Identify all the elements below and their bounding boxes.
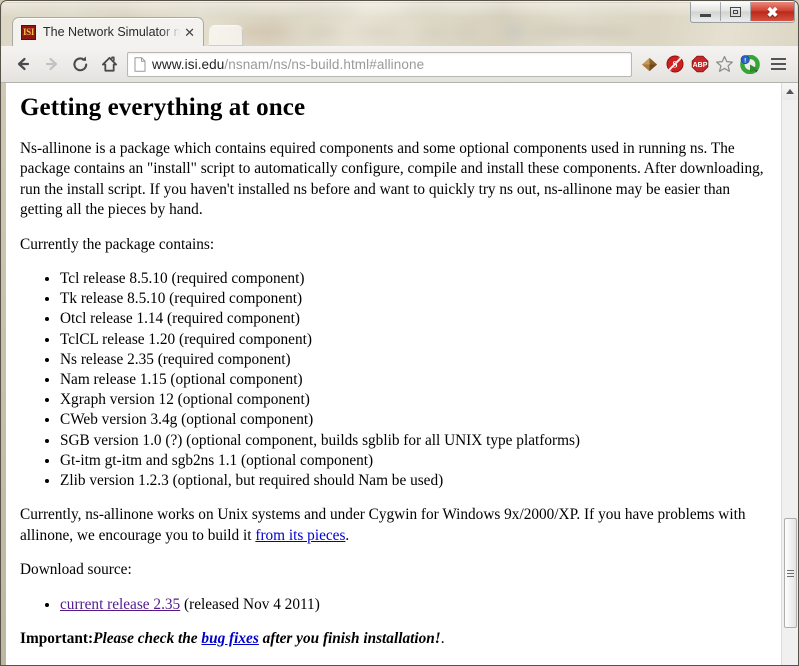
current-release-link[interactable]: current release 2.35 — [60, 596, 180, 613]
important-period: . — [440, 629, 445, 647]
address-bar[interactable]: www.isi.edu/nsnam/ns/ns-build.html#allin… — [127, 51, 632, 77]
important-text-before: Please check the — [93, 629, 202, 647]
intro-paragraph: Ns-allinone is a package which contains … — [20, 139, 764, 219]
page-document-icon — [134, 56, 146, 72]
download-lead: Download source: — [20, 561, 132, 579]
noscript-icon: S — [665, 55, 684, 73]
platform-note: Currently, ns-allinone works on Unix sys… — [20, 505, 769, 546]
svg-text:ABP: ABP — [692, 62, 707, 69]
menu-line-2 — [770, 63, 786, 65]
tab-title: The Network Simulator ns — [43, 25, 181, 39]
release-date-text: (released Nov 4 2011) — [180, 595, 320, 613]
forward-button[interactable] — [37, 50, 66, 79]
menu-line-1 — [770, 58, 786, 60]
reload-button[interactable] — [66, 50, 95, 79]
list-item: Gt-itm gt-itm and sgb2ns 1.1 (optional c… — [60, 451, 769, 471]
forward-icon — [45, 57, 57, 71]
thumb-grip-1 — [787, 569, 794, 571]
new-tab-button[interactable] — [208, 25, 244, 47]
page-viewport: Getting everything at once Ns-allinone i… — [1, 83, 798, 665]
thumb-grip-3 — [787, 575, 794, 577]
url-text: www.isi.edu/nsnam/ns/ns-build.html#allin… — [152, 57, 424, 72]
svg-text:!: ! — [744, 57, 746, 64]
browser-toolbar: www.isi.edu/nsnam/ns/ns-build.html#allin… — [1, 46, 798, 83]
green-circle-extension-button[interactable]: ! — [737, 51, 762, 77]
list-item: SGB version 1.0 (?) (optional component,… — [60, 431, 769, 451]
noscript-button[interactable]: S — [662, 51, 687, 77]
list-item: Xgraph version 12 (optional component) — [60, 390, 769, 410]
from-its-pieces-link[interactable]: from its pieces — [255, 527, 345, 544]
list-item: Nam release 1.15 (optional component) — [60, 370, 769, 390]
isi-favicon: ISI — [21, 24, 36, 40]
download-list: current release 2.35 (released Nov 4 201… — [20, 595, 769, 615]
diamond-extension-icon — [641, 57, 658, 71]
adblock-plus-icon: ABP — [691, 55, 708, 73]
platform-note-text: Currently, ns-allinone works on Unix sys… — [20, 506, 746, 544]
list-item: Ns release 2.35 (required component) — [60, 350, 769, 370]
bookmark-star-icon — [716, 55, 733, 72]
important-text-after: after you finish installation! — [258, 629, 441, 647]
page-title: Getting everything at once — [20, 94, 306, 121]
list-item: CWeb version 3.4g (optional component) — [60, 410, 769, 430]
important-label: Important: — [20, 629, 94, 647]
scroll-up-arrow-icon — [786, 89, 794, 94]
tab-active[interactable]: ISI The Network Simulator ns ✕ — [12, 17, 204, 46]
scroll-up-button[interactable] — [782, 83, 798, 100]
chrome-menu-button[interactable] — [765, 51, 791, 77]
green-circle-extension-icon: ! — [739, 54, 760, 74]
components-list: Tcl release 8.5.10 (required component) … — [20, 269, 769, 491]
web-page-content: Getting everything at once Ns-allinone i… — [6, 83, 781, 665]
diamond-extension-button[interactable] — [637, 51, 662, 77]
home-button[interactable] — [95, 50, 124, 79]
thumb-grip-2 — [787, 572, 794, 574]
scroll-thumb[interactable] — [784, 518, 797, 628]
tab-strip: ISI The Network Simulator ns ✕ — [1, 15, 798, 47]
bookmark-star-button[interactable] — [712, 51, 737, 77]
list-item: Tk release 8.5.10 (required component) — [60, 289, 769, 309]
list-item: current release 2.35 (released Nov 4 201… — [60, 595, 769, 615]
list-item: Tcl release 8.5.10 (required component) — [60, 269, 769, 289]
contains-lead: Currently the package contains: — [20, 235, 215, 253]
back-button[interactable] — [8, 50, 37, 79]
url-domain: www.isi.edu — [152, 56, 225, 72]
browser-window: ✖ ISI The Network Simulator ns ✕ www.isi… — [0, 0, 799, 666]
bug-fixes-link[interactable]: bug fixes — [201, 630, 258, 647]
back-icon — [17, 57, 29, 71]
vertical-scrollbar[interactable] — [781, 83, 798, 665]
menu-line-3 — [770, 68, 786, 70]
important-note: Important:Please check the bug fixes aft… — [20, 629, 769, 650]
list-item: TclCL release 1.20 (required component) — [60, 330, 769, 350]
reload-icon — [73, 56, 88, 71]
url-path: /nsnam/ns/ns-build.html#allinone — [224, 56, 425, 72]
adblock-plus-button[interactable]: ABP — [687, 51, 712, 77]
home-icon — [101, 56, 118, 72]
platform-note-suffix: . — [345, 526, 350, 544]
tab-close-icon[interactable]: ✕ — [182, 26, 197, 39]
list-item: Zlib version 1.2.3 (optional, but requir… — [60, 471, 769, 491]
list-item: Otcl release 1.14 (required component) — [60, 309, 769, 329]
